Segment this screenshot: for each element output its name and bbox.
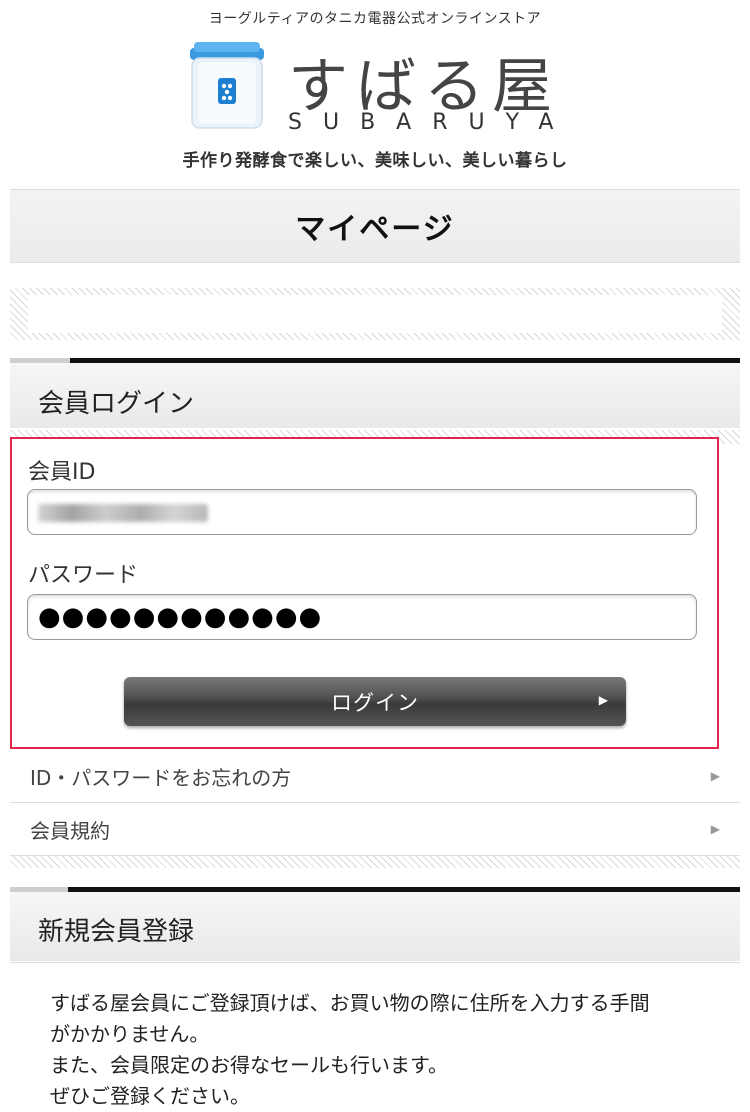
login-button-label: ログイン (331, 690, 419, 715)
register-description: すばる屋会員にご登録頂けば、お買い物の際に住所を入力する手間 がかかりません。 … (50, 988, 730, 1112)
blurred-id-value (38, 504, 208, 522)
hatch-divider (10, 856, 740, 868)
section-accent-line (68, 887, 740, 892)
divider (10, 962, 740, 963)
arrow-right-icon: ▶ (710, 822, 720, 836)
arrow-right-icon: ▶ (598, 693, 608, 707)
link-label: 会員規約 (30, 818, 110, 843)
page-title: マイページ (295, 212, 455, 247)
password-input[interactable]: ●●●●●●●●●●●● (27, 594, 697, 640)
page-title-bar: マイページ (10, 189, 740, 263)
section-accent-line (70, 358, 740, 363)
login-section-title: 会員ログイン (38, 389, 195, 419)
password-label: パスワード (28, 563, 139, 588)
section-accent-line (10, 358, 70, 363)
member-id-label: 会員ID (28, 460, 96, 485)
section-accent-line (10, 887, 68, 892)
brand-name-en: SUBARUYA (288, 110, 575, 135)
forgot-credentials-link[interactable]: ID・パスワードをお忘れの方 ▶ (10, 750, 740, 803)
description-line: がかかりません。 (50, 1022, 210, 1046)
link-label: ID・パスワードをお忘れの方 (30, 765, 292, 790)
store-tagline: ヨーグルティアのタニカ電器公式オンラインストア (208, 11, 542, 27)
register-section-title: 新規会員登録 (38, 917, 195, 947)
yogurt-jar-icon[interactable] (188, 42, 266, 134)
description-line: ぜひご登録ください。 (50, 1084, 250, 1108)
store-slogan: 手作り発酵食で楽しい、美味しい、美しい暮らし (182, 151, 568, 171)
description-line: また、会員限定のお得なセールも行います。 (50, 1053, 448, 1077)
arrow-right-icon: ▶ (710, 769, 720, 783)
description-line: すばる屋会員にご登録頂けば、お買い物の際に住所を入力する手間 (50, 991, 650, 1015)
password-mask: ●●●●●●●●●●●● (38, 602, 323, 632)
member-id-input[interactable] (27, 489, 697, 535)
login-button[interactable]: ログイン ▶ (124, 677, 626, 726)
member-terms-link[interactable]: 会員規約 ▶ (10, 803, 740, 856)
banner-area (28, 295, 722, 333)
